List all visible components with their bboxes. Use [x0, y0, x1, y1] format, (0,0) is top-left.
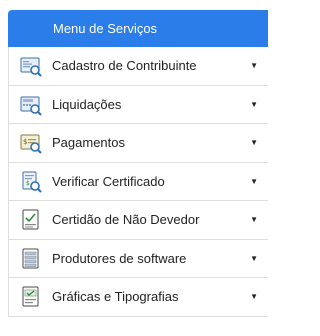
chevron-down-icon: ▼: [250, 138, 258, 148]
chevron-down-icon: ▼: [250, 215, 258, 225]
menu-item-label: Pagamentos: [52, 135, 125, 151]
menu-item-label: Verificar Certificado: [52, 173, 165, 189]
svg-text:$: $: [23, 138, 27, 146]
chevron-down-icon: ▼: [250, 61, 258, 71]
calculator-search-icon: [20, 96, 42, 116]
menu-header: Menu de Serviços: [8, 10, 268, 47]
menu-item-liquidacoes[interactable]: Liquidações ▼: [8, 85, 268, 124]
print-check-icon: [22, 286, 39, 307]
svg-text:$: $: [26, 180, 30, 187]
certificate-search-icon: $: [22, 171, 42, 193]
menu-item-label: Gráficas e Tipografias: [52, 289, 179, 305]
chevron-down-icon: ▼: [250, 176, 258, 186]
menu-item-label: Liquidações: [52, 96, 122, 112]
menu-title: Menu de Serviços: [53, 21, 158, 36]
menu-item-cadastro-contribuinte[interactable]: Cadastro de Contribuinte ▼: [8, 47, 268, 86]
id-card-search-icon: [20, 57, 42, 77]
chevron-down-icon: ▼: [250, 99, 258, 109]
menu-item-certidao-nao-devedor[interactable]: Certidão de Não Devedor ▼: [8, 201, 268, 240]
menu-list: Cadastro de Contribuinte ▼ Liquidações ▼…: [8, 47, 268, 317]
menu-item-pagamentos[interactable]: $ Pagamentos ▼: [8, 124, 268, 163]
menu-item-label: Produtores de software: [52, 250, 187, 266]
server-list-icon: [22, 248, 39, 268]
menu-item-graficas-tipografias[interactable]: Gráficas e Tipografias ▼: [8, 278, 268, 317]
menu-item-label: Certidão de Não Devedor: [52, 212, 200, 228]
menu-item-verificar-certificado[interactable]: $ Verificar Certificado ▼: [8, 162, 268, 201]
menu-item-label: Cadastro de Contribuinte: [52, 58, 197, 74]
chevron-down-icon: ▼: [250, 253, 258, 263]
document-check-icon: [22, 209, 39, 230]
money-search-icon: $: [20, 134, 42, 154]
services-menu: Menu de Serviços Cadastro de Contribuint…: [8, 10, 268, 336]
chevron-down-icon: ▼: [250, 292, 258, 302]
menu-item-produtores-software[interactable]: Produtores de software ▼: [8, 239, 268, 278]
